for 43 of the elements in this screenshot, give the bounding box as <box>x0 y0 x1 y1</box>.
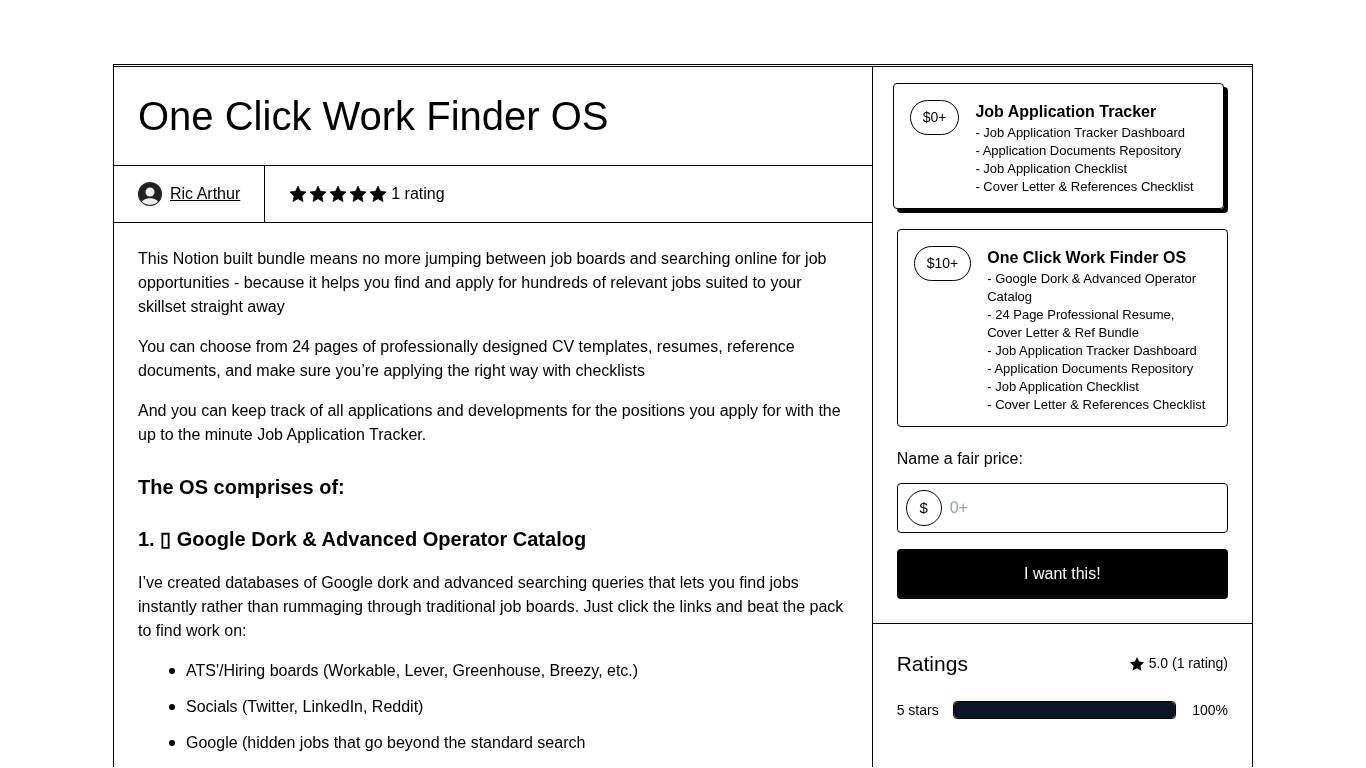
star-icon <box>289 185 308 203</box>
description-paragraph: You can choose from 24 pages of professionally designed CV templates, resumes, reference documents, and make sure you’re applying the right way with checklists <box>138 337 796 381</box>
tier-name: One Click Work Finder OS <box>987 248 1188 268</box>
tier-feature: - Cover Letter & References Checklist <box>987 396 1207 414</box>
bullet-text: Google (hidden jobs that go beyond the standard search <box>186 733 586 753</box>
bullet-icon <box>169 740 175 746</box>
tier-feature: - Job Application Checklist <box>987 378 1140 396</box>
star-icon <box>309 185 328 203</box>
ratings-summary: 5.0 (1 rating) <box>1148 654 1228 674</box>
price-label: Name a fair price: <box>896 449 1024 469</box>
description-paragraph: I’ve created databases of Google dork and advanced searching queries that lets you find jobs instantly rather than rummaging through traditional job boards. Just click the links and beat the pack to find work on: <box>138 573 845 641</box>
tier-feature: - Cover Letter & References Checklist <box>975 178 1194 196</box>
tier-feature: - Application Documents Repository <box>987 360 1195 378</box>
price-field[interactable]: $ 0+ <box>896 483 1228 533</box>
star-icon <box>329 185 348 203</box>
price-input[interactable]: 0+ <box>949 484 1219 532</box>
bullet-icon <box>169 668 175 674</box>
rating-label: 5 stars <box>896 700 940 720</box>
author-link[interactable]: Ric Arthur <box>170 182 241 206</box>
product-title: One Click Work Finder OS <box>138 97 610 135</box>
tier-feature: - Job Application Tracker Dashboard <box>987 342 1198 360</box>
tier-feature: - Job Application Checklist <box>975 160 1129 178</box>
bullet-icon <box>169 704 175 710</box>
tier-option[interactable] <box>896 229 1228 427</box>
star-icon <box>369 185 388 203</box>
star-icon <box>1128 655 1145 672</box>
tier-feature: - Application Documents Repository <box>975 142 1183 160</box>
tier-feature: - Google Dork & Advanced Operator Catalog <box>987 270 1198 306</box>
section-heading: 1. ▯ Google Dork & Advanced Operator Catalog <box>138 527 588 551</box>
tier-name: Job Application Tracker <box>975 102 1158 122</box>
bullet-text: ATS'/Hiring boards (Workable, Lever, Greenhouse, Breezy, etc.) <box>186 661 639 681</box>
rating-percent: 100% <box>1191 700 1228 720</box>
ratings-title: Ratings <box>896 651 968 677</box>
tier-feature: - Job Application Tracker Dashboard <box>975 124 1186 142</box>
tier-feature: - 24 Page Professional Resume, Cover Letter & Ref Bundle <box>987 306 1176 342</box>
star-icon <box>349 185 368 203</box>
rating-count: 1 rating <box>391 184 445 204</box>
description-paragraph: This Notion built bundle means no more jumping between job boards and searching online for job opportunities - because it helps you find and apply for hundreds of relevant jobs suited to your skillset straight away <box>138 249 828 317</box>
description-paragraph: And you can keep track of all applications and developments for the positions you apply for with the up to the minute Job Application Tracker. <box>138 401 842 445</box>
section-heading: The OS comprises of: <box>138 475 346 499</box>
bullet-text: Socials (Twitter, LinkedIn, Reddit) <box>186 697 424 717</box>
avatar <box>138 182 162 206</box>
buy-button[interactable]: I want this! <box>896 549 1228 599</box>
